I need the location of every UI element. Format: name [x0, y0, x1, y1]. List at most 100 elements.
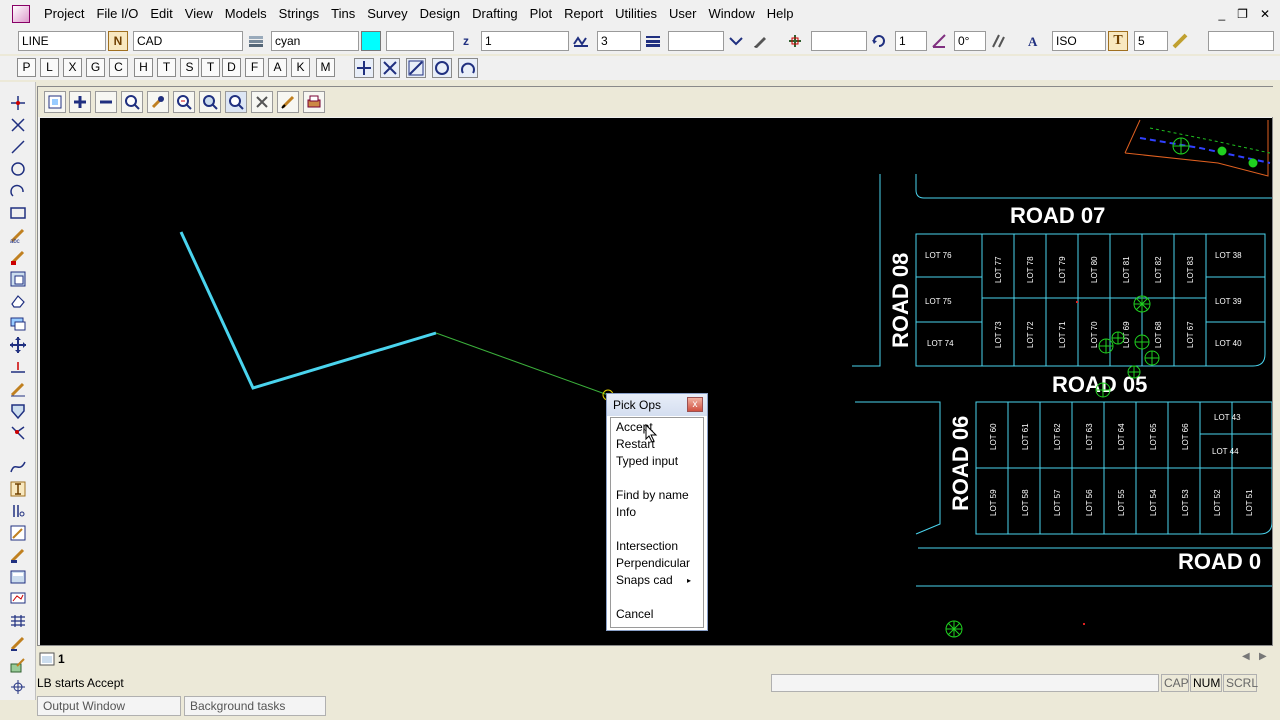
output-window-tab[interactable]: Output Window	[37, 696, 181, 716]
colour-field[interactable]: cyan	[271, 31, 359, 51]
string-type-field[interactable]: LINE	[18, 31, 106, 51]
magnify-icon[interactable]	[121, 91, 143, 113]
edit-box-icon[interactable]	[9, 524, 27, 542]
name-button[interactable]: N	[108, 31, 128, 51]
text-justify-field[interactable]	[811, 31, 867, 51]
pick-op-cancel[interactable]: Cancel	[616, 606, 653, 623]
snap-k-button[interactable]: K	[291, 58, 310, 77]
text-tool-icon[interactable]: abc	[9, 226, 27, 244]
menu-strings[interactable]: Strings	[273, 0, 325, 28]
table-tool-icon[interactable]	[9, 612, 27, 630]
angle-icon[interactable]	[929, 31, 949, 51]
snap-slash-icon[interactable]	[406, 58, 426, 78]
popup-close-button[interactable]: x	[687, 397, 703, 412]
app-icon[interactable]	[12, 5, 30, 23]
snap-cursor-button[interactable]: C	[109, 58, 128, 77]
model-field[interactable]: CAD	[133, 31, 243, 51]
model-layers-icon[interactable]	[246, 31, 266, 51]
style-field[interactable]	[386, 31, 454, 51]
line-thickness-icon[interactable]	[643, 31, 663, 51]
text-size-field[interactable]: 5	[1134, 31, 1168, 51]
menu-user[interactable]: User	[663, 0, 702, 28]
snap-fixed-button[interactable]: F	[245, 58, 264, 77]
break-tool-icon[interactable]	[9, 424, 27, 442]
menu-tins[interactable]: Tins	[325, 0, 361, 28]
text-style-icon[interactable]: A	[1025, 31, 1045, 51]
query-tool-icon[interactable]	[9, 678, 27, 696]
pan-icon[interactable]	[147, 91, 169, 113]
edit-tool-icon[interactable]	[9, 248, 27, 266]
menu-view[interactable]: View	[179, 0, 219, 28]
line-tool-icon[interactable]	[9, 138, 27, 156]
paint-tool-icon[interactable]	[9, 546, 27, 564]
minimize-button[interactable]: _	[1218, 7, 1225, 21]
menu-project[interactable]: Project	[38, 0, 90, 28]
menu-utilities[interactable]: Utilities	[609, 0, 663, 28]
draw-pen-icon[interactable]	[9, 380, 27, 398]
pick-op-snaps-cad[interactable]: Snaps cad	[616, 572, 673, 589]
text-style-field[interactable]: ISO	[1052, 31, 1106, 51]
colour-swatch[interactable]	[361, 31, 381, 51]
snap-m-button[interactable]: M	[316, 58, 335, 77]
zoom-active-icon[interactable]	[225, 91, 247, 113]
menu-survey[interactable]: Survey	[361, 0, 413, 28]
point-icon[interactable]	[9, 94, 27, 112]
snap-tangent-button[interactable]: T	[201, 58, 220, 77]
linestyle-field[interactable]	[668, 31, 724, 51]
circle-tool-icon[interactable]	[9, 160, 27, 178]
restore-button[interactable]: ❐	[1237, 7, 1248, 21]
cyan-polyline[interactable]	[179, 231, 437, 390]
zoom-extents-icon[interactable]	[199, 91, 221, 113]
text-button[interactable]: T	[1108, 31, 1128, 51]
menu-models[interactable]: Models	[219, 0, 273, 28]
chainage-field[interactable]: 1	[481, 31, 569, 51]
panel-tool-icon[interactable]	[9, 568, 27, 586]
menu-help[interactable]: Help	[761, 0, 800, 28]
menu-edit[interactable]: Edit	[144, 0, 178, 28]
menu-file-io[interactable]: File I/O	[90, 0, 144, 28]
pick-icon[interactable]	[277, 91, 299, 113]
erase-tool-icon[interactable]	[9, 292, 27, 310]
spline-tool-icon[interactable]	[9, 458, 27, 476]
snap-grid-button[interactable]: G	[86, 58, 105, 77]
chainage-icon[interactable]: z	[456, 31, 476, 51]
style-tool-icon[interactable]	[9, 656, 27, 674]
snap-crosshair-icon[interactable]	[354, 58, 374, 78]
pick-op-perpendicular[interactable]: Perpendicular	[616, 555, 690, 572]
zoom-in-icon[interactable]	[69, 91, 91, 113]
background-tasks-tab[interactable]: Background tasks	[184, 696, 326, 716]
shield-tool-icon[interactable]	[9, 402, 27, 420]
weight-field[interactable]: 3	[597, 31, 641, 51]
view-fit-icon[interactable]	[44, 91, 66, 113]
pick-op-intersection[interactable]: Intersection	[616, 538, 678, 555]
mark-tool-icon[interactable]	[9, 634, 27, 652]
menu-drafting[interactable]: Drafting	[466, 0, 524, 28]
text-justify-icon[interactable]	[785, 31, 805, 51]
zoom-window-icon[interactable]	[173, 91, 195, 113]
cross-tool-icon[interactable]	[9, 116, 27, 134]
rectangle-tool-icon[interactable]	[9, 204, 27, 222]
move-tool-icon[interactable]	[9, 336, 27, 354]
snap-point-button[interactable]: P	[17, 58, 36, 77]
snap-arc-icon[interactable]	[458, 58, 478, 78]
rotate-icon[interactable]	[869, 31, 889, 51]
pick-op-typed-input[interactable]: Typed input	[616, 453, 678, 470]
cad-canvas[interactable]: ROAD 07 ROAD 08 ROAD 05 ROAD 06 ROAD 0 L…	[40, 118, 1272, 645]
snap-direction-button[interactable]: D	[222, 58, 241, 77]
tools-icon[interactable]	[251, 91, 273, 113]
menu-window[interactable]: Window	[702, 0, 760, 28]
arc-tool-icon[interactable]	[9, 182, 27, 200]
line-weight-icon[interactable]	[571, 31, 591, 51]
menu-plot[interactable]: Plot	[524, 0, 558, 28]
layer-tool-icon[interactable]	[9, 314, 27, 332]
window-select-icon[interactable]	[9, 270, 27, 288]
zoom-out-icon[interactable]	[95, 91, 117, 113]
angle-degrees-field[interactable]: 0°	[954, 31, 986, 51]
measure-tool-icon[interactable]	[9, 358, 27, 376]
plot-print-icon[interactable]	[303, 91, 325, 113]
close-button[interactable]: ✕	[1260, 7, 1270, 21]
snap-cross-icon[interactable]	[380, 58, 400, 78]
snap-text-button[interactable]: T	[157, 58, 176, 77]
pen-icon[interactable]	[750, 31, 770, 51]
chevron-down-icon[interactable]	[726, 31, 746, 51]
